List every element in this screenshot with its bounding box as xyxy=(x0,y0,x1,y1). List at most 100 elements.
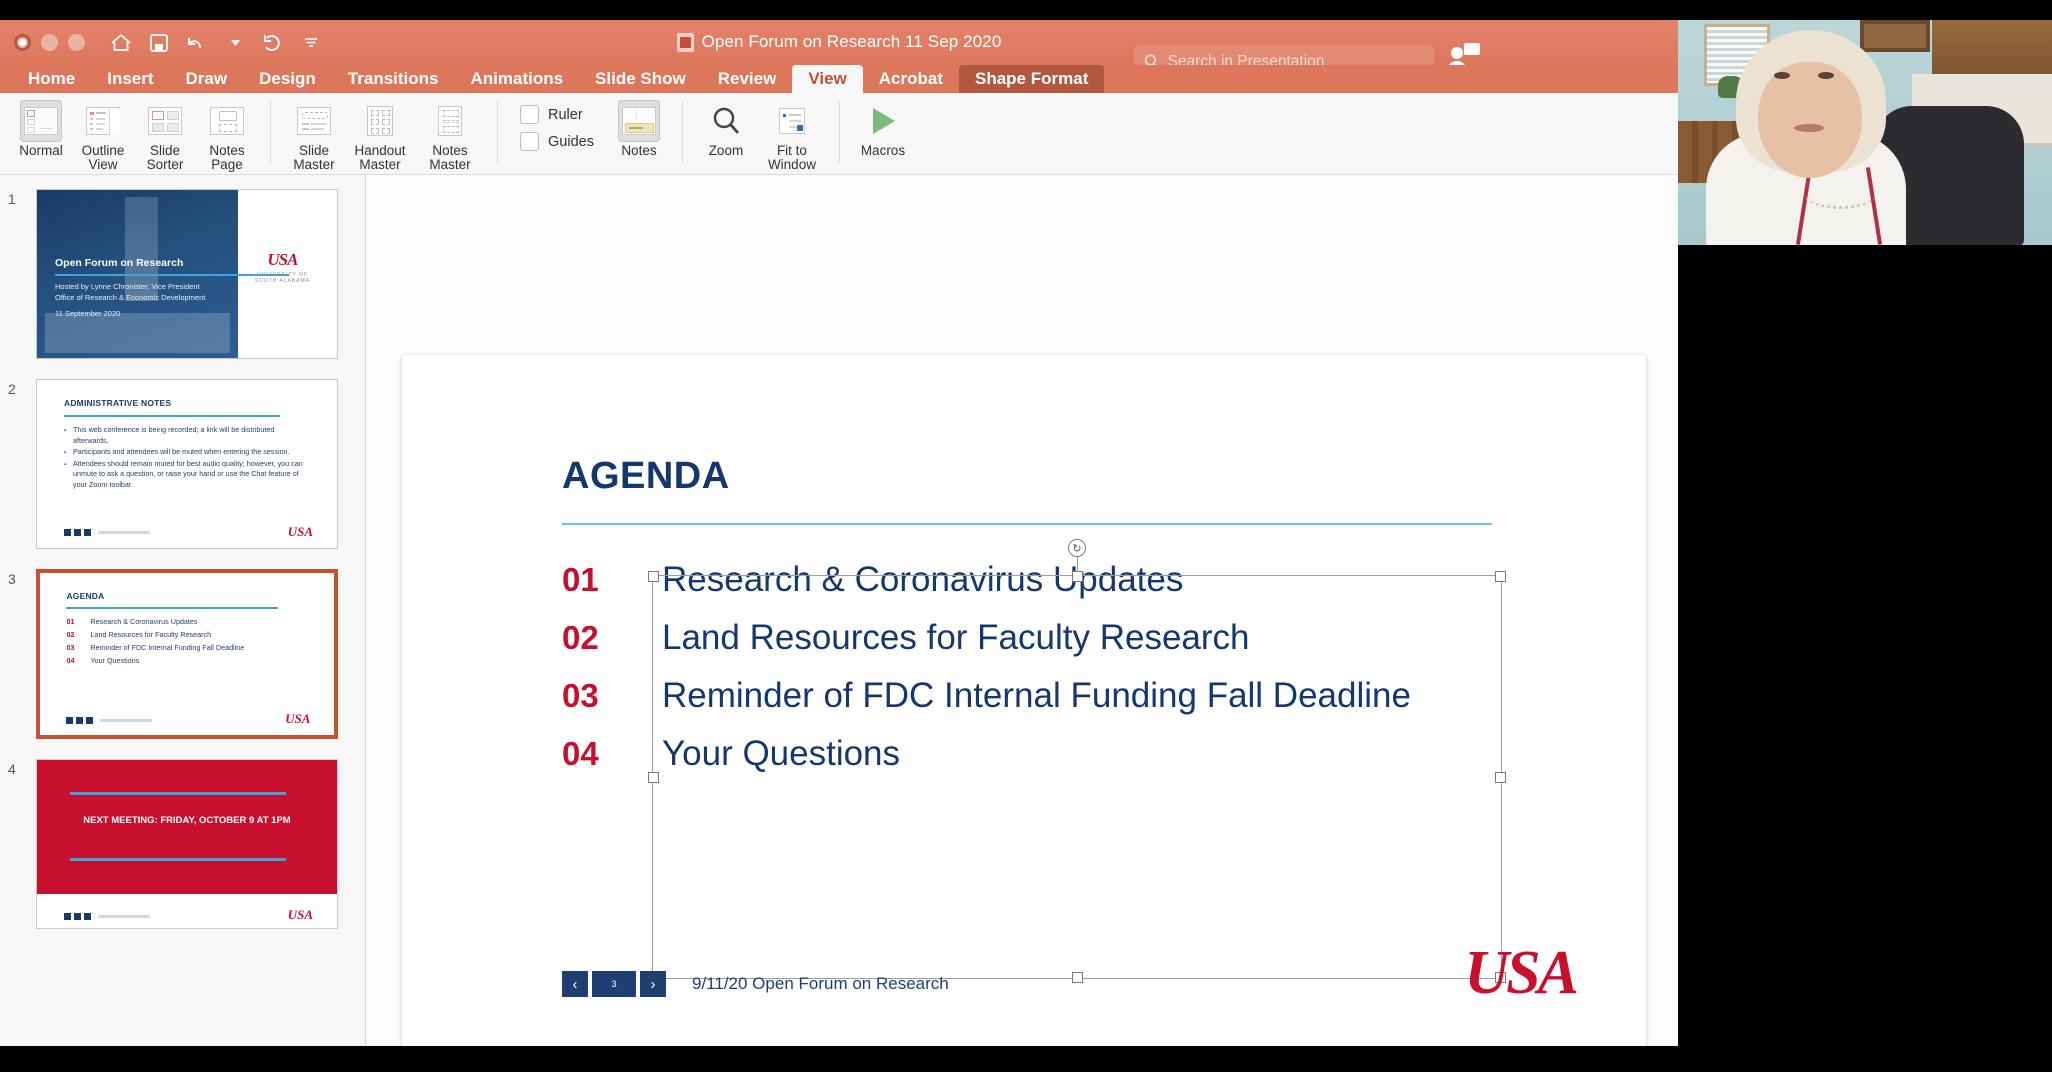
ribbon-fit-to-window-label: Fit to Window xyxy=(767,143,816,172)
speaker-mouth xyxy=(1794,124,1824,132)
slide-title[interactable]: AGENDA xyxy=(562,455,730,498)
speaker-face xyxy=(1758,62,1862,178)
tab-draw[interactable]: Draw xyxy=(170,65,244,93)
thumb3-num-4: 04 xyxy=(66,655,75,665)
master-views-group: Slide Master Handout Master Notes Master xyxy=(277,97,491,173)
fit-to-window-icon xyxy=(771,100,813,142)
thumb3-row-3: 03 Reminder of FDC Internal Funding Fall … xyxy=(66,643,307,654)
current-slide[interactable]: AGENDA 01 Research & Coronavirus Updates… xyxy=(402,355,1646,1046)
slide-nav-prev-button[interactable]: ‹ xyxy=(562,971,588,997)
thumb3-row-1: 01 Research & Coronavirus Updates xyxy=(66,617,307,628)
slide-title-rule xyxy=(562,523,1492,525)
ribbon-separator xyxy=(497,101,498,163)
selection-handle-top-center[interactable] xyxy=(1072,571,1083,582)
ribbon-normal-view-button[interactable]: Normal xyxy=(10,97,72,158)
thumbnail-slide-4[interactable]: NEXT MEETING: FRIDAY, OCTOBER 9 AT 1PM U… xyxy=(36,759,338,929)
slide-nav-next-button[interactable]: › xyxy=(640,971,666,997)
thumb4-line-top xyxy=(70,792,286,795)
powerpoint-window: Open Forum on Research 11 Sep 2020 Share… xyxy=(0,20,1678,1046)
selection-handle-bottom-center[interactable] xyxy=(1072,972,1083,983)
thumb2-rule xyxy=(64,415,280,417)
thumbnail-number-2: 2 xyxy=(8,381,16,397)
ribbon-notes-page-label: Notes Page xyxy=(209,143,245,172)
thumb1-university-logo: USA UNIVERSITY OF SOUTH ALABAMA xyxy=(255,250,310,284)
thumbnail-row-4[interactable]: 4 NEXT MEETING: FRIDAY, OCTOBER 9 AT 1PM… xyxy=(0,759,365,929)
macros-play-icon xyxy=(862,100,904,142)
guides-label: Guides xyxy=(548,133,594,150)
ribbon-outline-view-button[interactable]: Outline View xyxy=(72,97,134,172)
thumbnail-slide-1[interactable]: Open Forum on Research Hosted by Lynne C… xyxy=(36,189,338,359)
zoom-group: Zoom Fit to Window xyxy=(689,97,833,173)
agenda-number-3: 03 xyxy=(562,677,599,714)
wood-cabinet xyxy=(1932,20,2052,74)
university-line-2: SOUTH ALABAMA xyxy=(254,278,310,285)
thumb1-subtitle-line1: Hosted by Lynne Chronister, Vice Preside… xyxy=(55,281,200,291)
thumbnail-slide-2[interactable]: ADMINISTRATIVE NOTES This web conference… xyxy=(36,379,338,549)
editor-body: 1 Open Forum on Research Hosted by Lynne… xyxy=(0,175,1678,1046)
tab-animations[interactable]: Animations xyxy=(454,65,579,93)
thumb3-num-3: 03 xyxy=(66,642,75,652)
necklace xyxy=(1804,179,1876,209)
ribbon-slide-sorter-button[interactable]: Slide Sorter xyxy=(134,97,196,172)
tab-shape-format[interactable]: Shape Format xyxy=(959,65,1105,93)
ribbon-slide-master-label: Slide Master xyxy=(293,143,335,172)
thumb2-usa-logo: USA xyxy=(287,523,313,539)
notes-page-icon xyxy=(206,100,248,142)
ribbon-fit-to-window-button[interactable]: Fit to Window xyxy=(757,97,827,172)
tab-view[interactable]: View xyxy=(792,65,863,93)
tab-transitions[interactable]: Transitions xyxy=(332,65,455,93)
ribbon-separator xyxy=(681,101,683,163)
thumb4-banner: NEXT MEETING: FRIDAY, OCTOBER 9 AT 1PM xyxy=(37,760,337,895)
tab-insert[interactable]: Insert xyxy=(91,65,169,93)
ruler-checkbox[interactable] xyxy=(520,105,539,124)
thumbnail-row-1[interactable]: 1 Open Forum on Research Hosted by Lynne… xyxy=(0,189,365,359)
thumb3-text-1: Research & Coronavirus Updates xyxy=(90,616,198,626)
selection-handle-middle-right[interactable] xyxy=(1495,772,1506,783)
ribbon-macros-button[interactable]: Macros xyxy=(852,97,914,158)
ribbon-notes-page-button[interactable]: Notes Page xyxy=(196,97,258,172)
thumb3-num-1: 01 xyxy=(66,616,75,626)
ribbon-outline-view-label: Outline View xyxy=(81,143,125,172)
ribbon-handout-master-button[interactable]: Handout Master xyxy=(345,97,415,172)
thumb3-text-2: Land Resources for Faculty Research xyxy=(90,629,212,639)
ribbon-handout-master-label: Handout Master xyxy=(354,143,406,172)
thumb1-subtitle-line2: Office of Research & Economic Developmen… xyxy=(55,292,206,302)
tab-slide-show[interactable]: Slide Show xyxy=(579,65,702,93)
thumb3-text-4: Your Questions xyxy=(90,655,140,665)
slide-nav-page-button[interactable]: 3 xyxy=(592,971,636,997)
slide-thumbnail-pane[interactable]: 1 Open Forum on Research Hosted by Lynne… xyxy=(0,175,366,1046)
ruler-checkbox-row[interactable]: Ruler xyxy=(520,105,594,124)
tab-review[interactable]: Review xyxy=(702,65,793,93)
agenda-number-4: 04 xyxy=(562,735,599,772)
thumbnail-number-4: 4 xyxy=(8,761,16,777)
ribbon-notes-toggle-button[interactable]: Notes xyxy=(608,97,670,158)
slide-footer-text: 9/11/20 Open Forum on Research xyxy=(692,974,949,993)
tab-acrobat[interactable]: Acrobat xyxy=(863,65,959,93)
guides-checkbox[interactable] xyxy=(520,132,539,151)
thumbnail-number-1: 1 xyxy=(8,191,16,207)
ribbon-notes-master-button[interactable]: Notes Master xyxy=(415,97,485,172)
selection-handle-top-left[interactable] xyxy=(648,571,659,582)
tab-design[interactable]: Design xyxy=(243,65,332,93)
ribbon: Normal Outline View Slide Sorter Notes P… xyxy=(0,93,1678,175)
thumb3-text-3: Reminder of FDC Internal Funding Fall De… xyxy=(90,642,245,652)
title-bar: Open Forum on Research 11 Sep 2020 Share xyxy=(0,20,1678,89)
selection-handle-middle-left[interactable] xyxy=(648,772,659,783)
ruler-label: Ruler xyxy=(548,106,583,123)
thumbnail-row-3[interactable]: 3 AGENDA 01 Research & Coronavirus Update… xyxy=(0,569,365,739)
ribbon-slide-master-button[interactable]: Slide Master xyxy=(283,97,345,172)
webcam-video-panel[interactable] xyxy=(1678,20,2052,245)
slide-usa-logo: USA xyxy=(1464,939,1579,1007)
guides-checkbox-row[interactable]: Guides xyxy=(520,132,594,151)
slide-footer: ‹ 3 › 9/11/20 Open Forum on Research xyxy=(562,971,949,997)
thumbnail-row-2[interactable]: 2 ADMINISTRATIVE NOTES This web conferen… xyxy=(0,379,365,549)
shape-selection-frame[interactable]: ↻ xyxy=(648,539,1506,983)
ribbon-zoom-button[interactable]: Zoom xyxy=(695,97,757,158)
thumb4-footer-mark xyxy=(64,912,150,920)
building-base-shape xyxy=(45,312,230,353)
thumbnail-slide-3[interactable]: AGENDA 01 Research & Coronavirus Updates … xyxy=(36,569,338,739)
rotate-handle[interactable]: ↻ xyxy=(1068,539,1086,557)
selection-handle-top-right[interactable] xyxy=(1495,571,1506,582)
tab-home[interactable]: Home xyxy=(12,65,91,93)
thumb2-body: This web conference is being recorded; a… xyxy=(64,425,310,491)
